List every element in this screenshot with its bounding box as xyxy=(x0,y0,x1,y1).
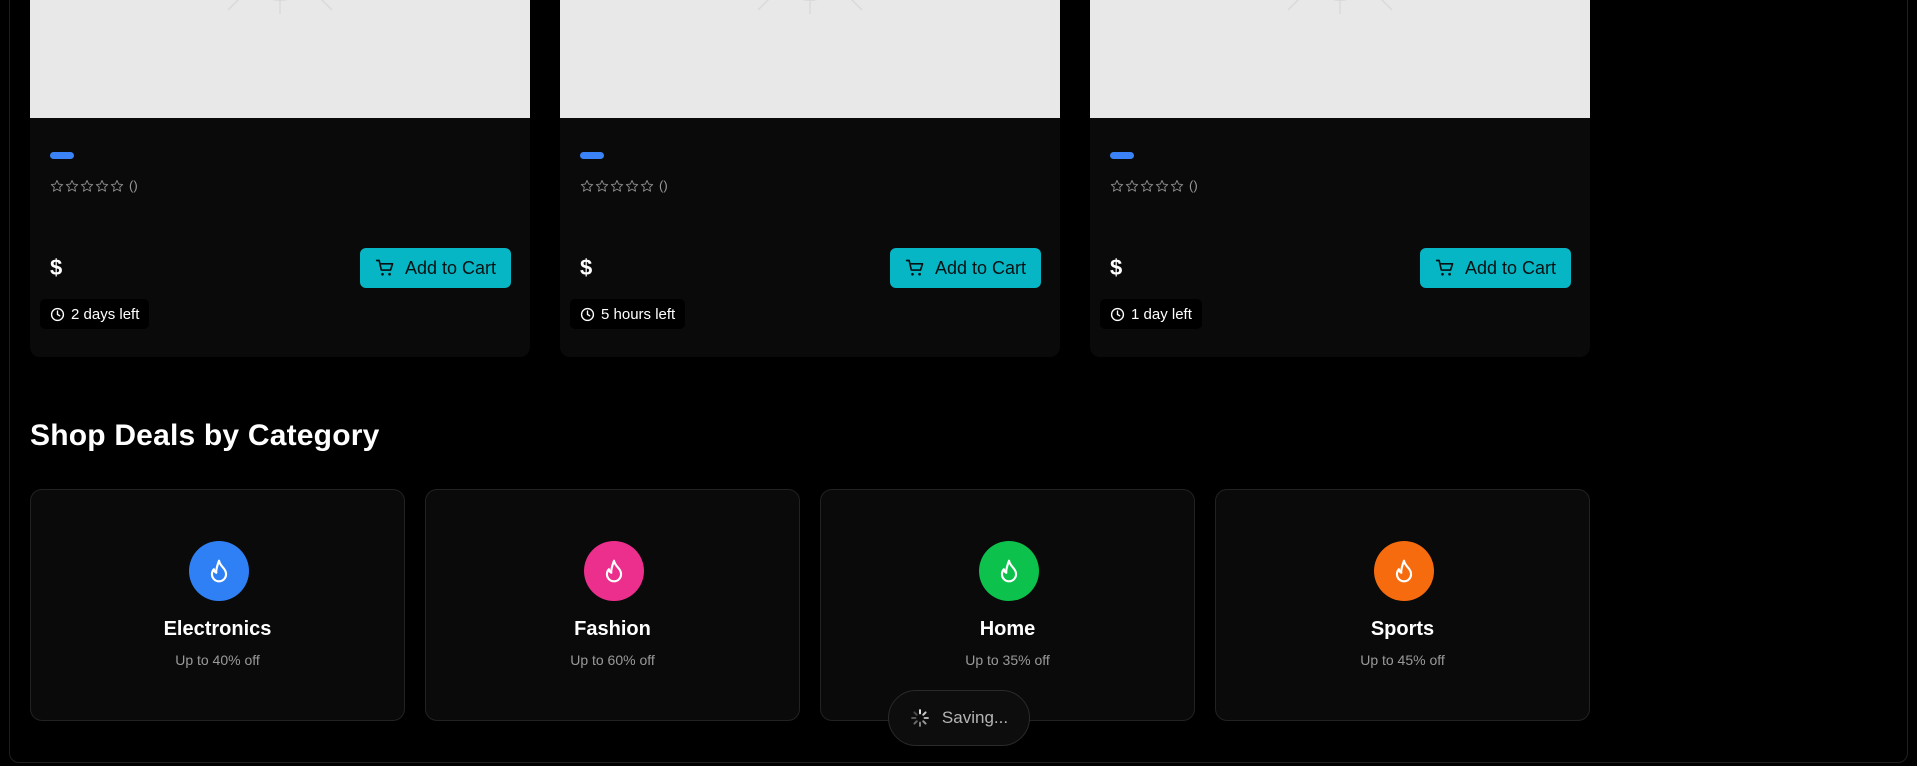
category-name: Sports xyxy=(1370,618,1435,640)
star-icon xyxy=(610,179,624,192)
time-left-badge: 5 hours left xyxy=(570,299,686,329)
product-card[interactable]: () $ Add to Cart 5 hours left xyxy=(560,0,1060,357)
star-rating: () xyxy=(580,178,668,193)
flame-icon xyxy=(189,541,249,601)
add-to-cart-label: Add to Cart xyxy=(934,257,1027,278)
category-pill xyxy=(1110,152,1134,159)
category-discount: Up to 40% off xyxy=(175,652,260,668)
flame-icon xyxy=(1374,541,1434,601)
add-to-cart-label: Add to Cart xyxy=(1464,257,1557,278)
cart-icon xyxy=(375,259,394,276)
product-price: $ xyxy=(1110,255,1123,280)
add-to-cart-button[interactable]: Add to Cart xyxy=(890,248,1041,288)
category-discount: Up to 60% off xyxy=(570,652,655,668)
image-placeholder-icon xyxy=(757,0,863,14)
product-image-placeholder xyxy=(560,0,1060,118)
star-icon xyxy=(1155,179,1169,192)
product-image-placeholder xyxy=(30,0,530,118)
image-placeholder-icon xyxy=(227,0,333,14)
star-icon xyxy=(1110,179,1124,192)
category-pill xyxy=(50,152,74,159)
product-price: $ xyxy=(580,255,593,280)
product-card[interactable]: () $ Add to Cart 2 days left xyxy=(30,0,530,357)
category-name: Electronics xyxy=(163,618,272,640)
category-card-home[interactable]: Home Up to 35% off xyxy=(820,489,1195,721)
star-icon xyxy=(1140,179,1154,192)
category-card-sports[interactable]: Sports Up to 45% off xyxy=(1215,489,1590,721)
star-icon xyxy=(640,179,654,192)
toast-label: Saving... xyxy=(941,708,1009,727)
star-icon xyxy=(595,179,609,192)
rating-count: () xyxy=(1189,178,1198,193)
spinner-icon xyxy=(911,709,929,727)
star-rating: () xyxy=(50,178,138,193)
star-icon xyxy=(65,179,79,192)
flame-icon xyxy=(979,541,1039,601)
star-icon xyxy=(110,179,124,192)
time-left-badge: 1 day left xyxy=(1100,299,1202,329)
category-card-electronics[interactable]: Electronics Up to 40% off xyxy=(30,489,405,721)
category-card-fashion[interactable]: Fashion Up to 60% off xyxy=(425,489,800,721)
cart-icon xyxy=(905,259,924,276)
star-icon xyxy=(1170,179,1184,192)
product-price: $ xyxy=(50,255,63,280)
saving-toast: Saving... xyxy=(888,690,1030,746)
flame-icon xyxy=(584,541,644,601)
image-placeholder-icon xyxy=(1287,0,1393,14)
section-title: Shop Deals by Category xyxy=(30,419,380,452)
clock-icon xyxy=(50,307,65,321)
category-pill xyxy=(580,152,604,159)
cart-icon xyxy=(1435,259,1454,276)
star-icon xyxy=(1125,179,1139,192)
category-name: Home xyxy=(979,618,1036,640)
star-rating: () xyxy=(1110,178,1198,193)
star-icon xyxy=(80,179,94,192)
add-to-cart-button[interactable]: Add to Cart xyxy=(360,248,511,288)
category-discount: Up to 35% off xyxy=(965,652,1050,668)
time-left-label: 2 days left xyxy=(71,305,140,323)
clock-icon xyxy=(580,307,595,321)
product-image-placeholder xyxy=(1090,0,1590,118)
time-left-label: 1 day left xyxy=(1131,305,1192,323)
clock-icon xyxy=(1110,307,1125,321)
add-to-cart-label: Add to Cart xyxy=(404,257,497,278)
category-name: Fashion xyxy=(574,618,651,640)
star-icon xyxy=(580,179,594,192)
star-icon xyxy=(625,179,639,192)
time-left-label: 5 hours left xyxy=(601,305,676,323)
rating-count: () xyxy=(659,178,668,193)
time-left-badge: 2 days left xyxy=(40,299,150,329)
product-card[interactable]: () $ Add to Cart 1 day left xyxy=(1090,0,1590,357)
star-icon xyxy=(95,179,109,192)
star-icon xyxy=(50,179,64,192)
add-to-cart-button[interactable]: Add to Cart xyxy=(1420,248,1571,288)
category-discount: Up to 45% off xyxy=(1360,652,1445,668)
rating-count: () xyxy=(129,178,138,193)
